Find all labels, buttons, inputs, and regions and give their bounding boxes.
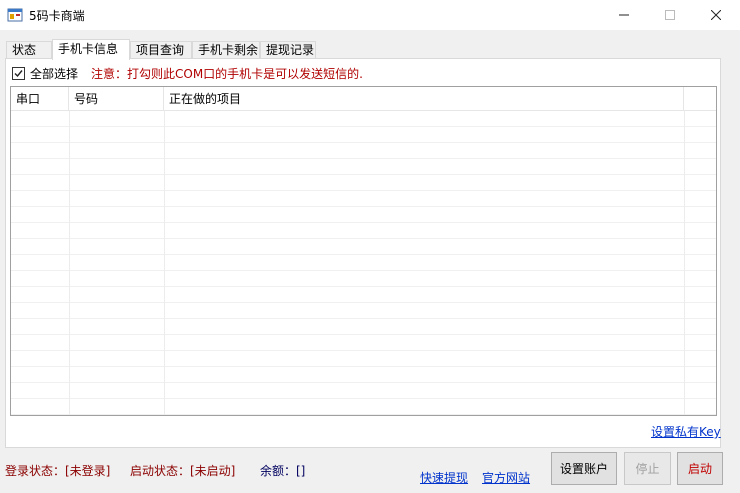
grid-column-divider [164,111,165,415]
select-all-checkbox[interactable] [12,67,25,80]
column-header-current-project[interactable]: 正在做的项目 [164,87,684,111]
start-status: 启动状态：[未启动] [130,464,236,478]
close-button[interactable] [693,0,739,30]
login-status: 登录状态：[未登录] [5,464,111,478]
minimize-icon [619,14,629,16]
select-all-control[interactable]: 全部选择 [12,65,78,82]
column-header-port[interactable]: 串口 [11,87,69,111]
grid-column-divider [69,111,70,415]
tab-status[interactable]: 状态 [6,41,52,59]
tab-project-query[interactable]: 项目查询 [130,41,192,59]
set-private-key-link[interactable]: 设置私有Key [651,423,721,440]
select-all-label: 全部选择 [30,67,79,81]
grid-column-divider [684,111,685,415]
tab-sim-info[interactable]: 手机卡信息 [52,39,130,60]
window-title: 5码卡商端 [29,9,85,23]
tab-sim-remaining[interactable]: 手机卡剩余 [192,41,260,59]
tab-withdraw-records[interactable]: 提现记录 [260,41,316,59]
column-header-filler [684,87,716,111]
maximize-icon [665,10,675,20]
sim-info-tab-page: 全部选择 注意：打勾则此COM口的手机卡是可以发送短信的. 串口 号码 正在做的… [5,58,721,448]
close-icon [711,10,721,20]
column-header-number[interactable]: 号码 [69,87,164,111]
grid-header: 串口 号码 正在做的项目 [11,87,716,111]
maximize-button[interactable] [647,0,693,30]
balance-status: 余额：[] [260,464,306,478]
checkmark-icon [14,70,23,78]
grid-rows-area [11,111,716,415]
title-bar: 5码卡商端 [0,0,740,30]
stop-button[interactable]: 停止 [624,452,671,485]
notice-text: 注意：打勾则此COM口的手机卡是可以发送短信的. [91,67,363,81]
start-button[interactable]: 启动 [677,452,723,485]
official-site-link[interactable]: 官方网站 [482,469,530,486]
minimize-button[interactable] [601,0,647,30]
sim-card-grid[interactable]: 串口 号码 正在做的项目 [10,86,717,416]
app-window-icon [7,7,23,23]
set-account-button[interactable]: 设置账户 [551,452,617,485]
client-area: 状态 手机卡信息 项目查询 手机卡剩余 提现记录 全部选择 注意：打勾则此COM… [0,30,740,493]
quick-withdraw-link[interactable]: 快速提现 [420,469,468,486]
